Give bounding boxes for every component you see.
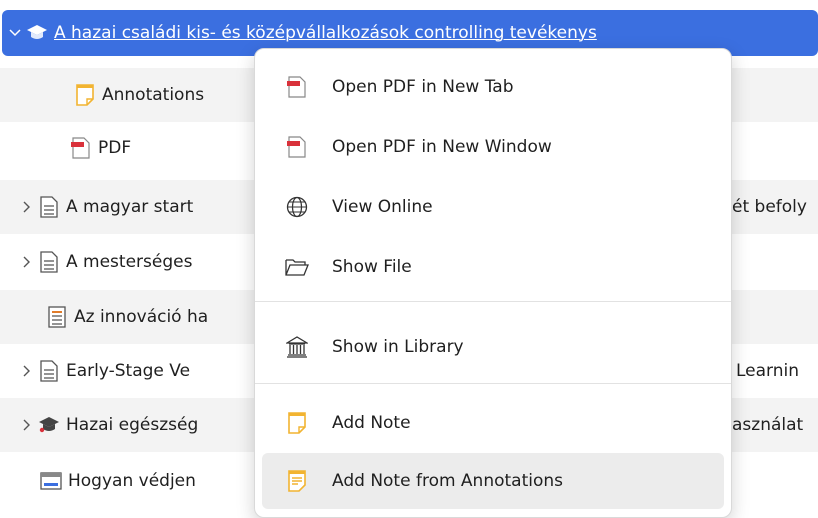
menu-item-label: Add Note	[332, 413, 411, 433]
note-icon	[284, 410, 310, 436]
globe-icon	[284, 194, 310, 220]
chevron-right-icon[interactable]	[20, 415, 34, 435]
item-title-tail: asználat	[732, 415, 804, 435]
menu-separator	[255, 301, 731, 302]
pdf-icon	[284, 134, 310, 160]
menu-item-label: Show in Library	[332, 337, 464, 357]
pdf-icon	[284, 74, 310, 100]
note-annotations-icon	[284, 468, 310, 494]
chevron-right-icon[interactable]	[20, 197, 34, 217]
item-title: Hazai egészség	[66, 415, 199, 435]
library-icon	[284, 334, 310, 360]
menu-item-open-pdf-new-tab[interactable]: Open PDF in New Tab	[262, 59, 724, 115]
menu-item-add-note[interactable]: Add Note	[262, 395, 724, 451]
graduation-cap-icon	[26, 22, 48, 44]
menu-item-label: Show File	[332, 257, 412, 277]
item-title: PDF	[98, 138, 132, 158]
menu-item-show-in-library[interactable]: Show in Library	[262, 319, 724, 375]
web-page-icon	[40, 470, 62, 492]
document-icon	[38, 360, 60, 382]
menu-item-open-pdf-new-window[interactable]: Open PDF in New Window	[262, 119, 724, 175]
item-title: A hazai családi kis- és középvállalkozás…	[54, 23, 597, 43]
context-menu: Open PDF in New Tab Open PDF in New Wind…	[254, 48, 732, 518]
document-icon	[38, 251, 60, 273]
item-title: Az innováció ha	[74, 307, 209, 327]
menu-item-view-online[interactable]: View Online	[262, 179, 724, 235]
document-icon	[38, 196, 60, 218]
menu-item-label: Open PDF in New Window	[332, 137, 552, 157]
menu-item-label: Add Note from Annotations	[332, 471, 564, 491]
item-title: A magyar start	[66, 197, 194, 217]
graduation-cap-icon	[38, 414, 60, 436]
item-title: Annotations	[102, 85, 205, 105]
pdf-icon	[70, 137, 92, 159]
chevron-right-icon[interactable]	[20, 252, 34, 272]
menu-item-label: View Online	[332, 197, 433, 217]
item-title-tail: ét befoly	[732, 197, 807, 217]
report-icon	[46, 306, 68, 328]
menu-separator	[255, 383, 731, 384]
chevron-down-icon[interactable]	[8, 23, 22, 43]
item-title: Early-Stage Ve	[66, 361, 191, 381]
item-title: A mesterséges	[66, 252, 193, 272]
chevron-right-icon[interactable]	[20, 361, 34, 381]
note-icon	[74, 84, 96, 106]
item-title: Hogyan védjen	[68, 471, 196, 491]
menu-item-add-note-from-annotations[interactable]: Add Note from Annotations	[262, 453, 724, 509]
menu-item-label: Open PDF in New Tab	[332, 77, 514, 97]
folder-icon	[284, 254, 310, 280]
menu-item-show-file[interactable]: Show File	[262, 239, 724, 295]
item-title-tail: Learnin	[736, 361, 800, 381]
